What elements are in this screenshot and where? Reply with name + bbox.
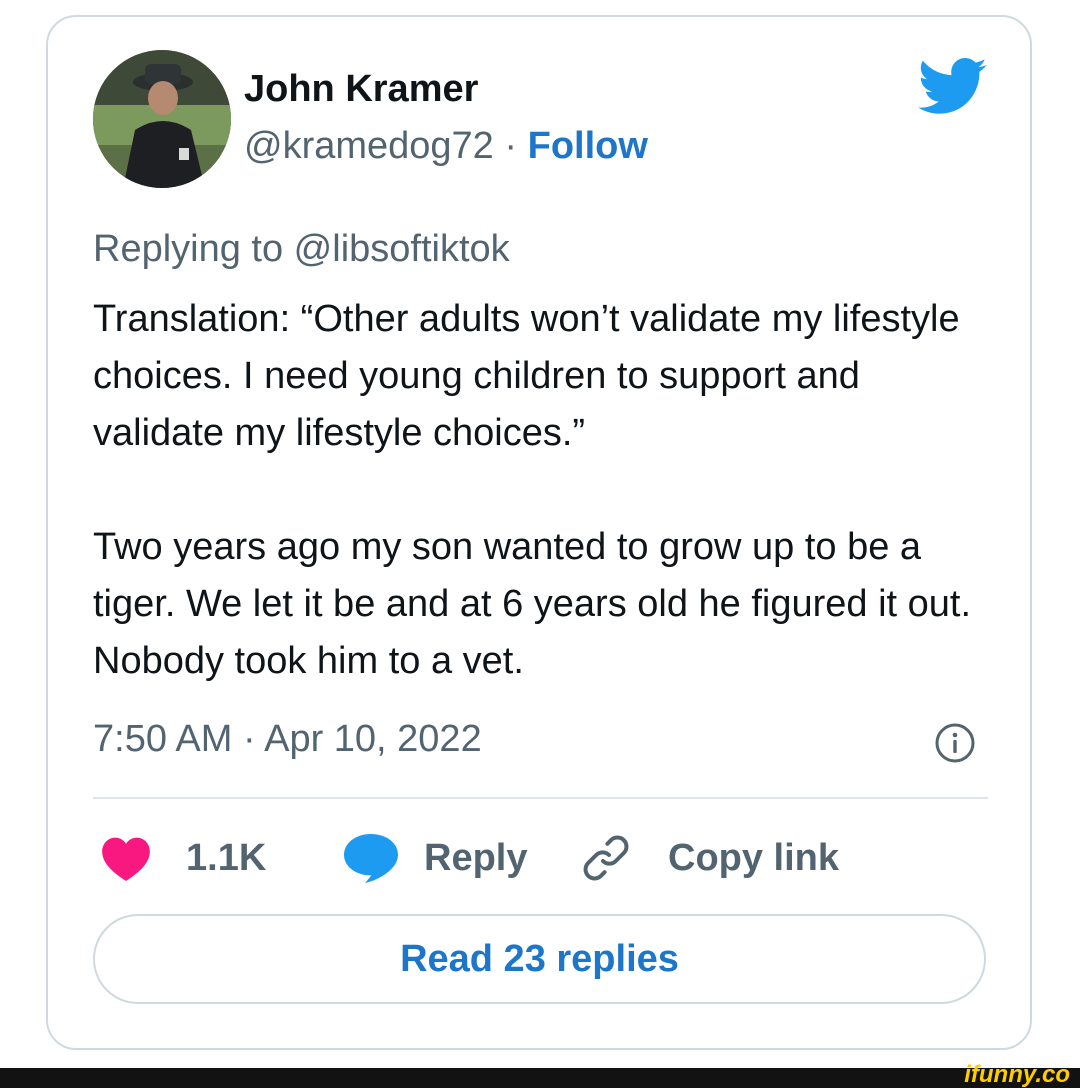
author-handle-row: @kramedog72 · Follow [244,122,648,170]
tweet-text: Translation: “Other adults won’t validat… [93,291,993,690]
reply-label: Reply [424,837,528,879]
divider [93,797,988,799]
follow-button[interactable]: Follow [528,125,648,167]
heart-icon [102,837,150,881]
replying-prefix: Replying to [93,228,294,270]
copy-link-button[interactable]: Copy link [580,832,839,884]
reply-button[interactable]: Reply [340,832,527,884]
replying-to-mention[interactable]: @libsoftiktok [294,228,510,270]
tweet-paragraph-1: Translation: “Other adults won’t validat… [93,298,960,454]
speech-bubble-icon [344,834,398,884]
replying-to-line: Replying to @libsoftiktok [93,224,510,274]
page: John Kramer @kramedog72 · Follow Replyin… [0,0,1080,1088]
tweet-timestamp[interactable]: 7:50 AM · Apr 10, 2022 [93,713,482,765]
avatar[interactable] [93,50,231,188]
copy-link-label: Copy link [668,837,840,879]
watermark-bar: ifunny.co [0,1062,1080,1088]
tweet-paragraph-2: Two years ago my son wanted to grow up t… [93,526,972,682]
link-icon [583,835,629,881]
read-replies-label: Read 23 replies [400,937,679,980]
ifunny-watermark: ifunny.co [964,1061,1070,1088]
info-icon[interactable] [933,721,977,765]
author-handle[interactable]: @kramedog72 [244,125,494,167]
twitter-bird-icon[interactable] [917,58,988,116]
avatar-photo [93,50,231,188]
handle-separator: · [493,125,528,167]
read-replies-button[interactable]: Read 23 replies [93,914,986,1004]
like-button[interactable]: 1.1K [100,832,266,884]
like-count: 1.1K [186,837,267,879]
author-name[interactable]: John Kramer [244,66,478,112]
